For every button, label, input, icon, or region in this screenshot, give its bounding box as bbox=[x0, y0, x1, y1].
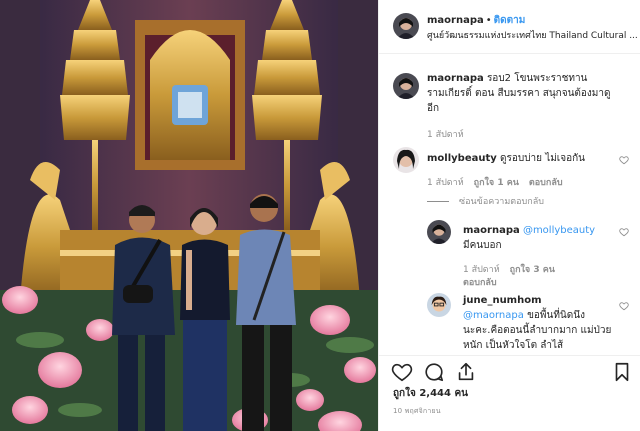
comment-mention[interactable]: @mollybeauty bbox=[523, 225, 595, 236]
caption-avatar[interactable] bbox=[393, 73, 419, 99]
heart-icon bbox=[619, 302, 629, 311]
post-location[interactable]: ศูนย์วัฒนธรรมแห่งประเทศไทย Thailand Cult… bbox=[427, 28, 637, 42]
comment-button[interactable] bbox=[423, 361, 445, 383]
share-button[interactable] bbox=[455, 361, 477, 383]
post-actions bbox=[379, 356, 640, 386]
comment-username[interactable]: june_numhom bbox=[463, 295, 542, 306]
comment-username[interactable]: maornapa bbox=[463, 225, 520, 236]
comment-text: ดูรอบบ่าย ไม่เจอกัน bbox=[499, 153, 585, 164]
comment-text: มีคนบอก bbox=[463, 240, 502, 251]
likes-count[interactable]: ถูกใจ 2,444 คน bbox=[393, 386, 468, 401]
comment-time[interactable]: 1 สัปดาห์ bbox=[463, 265, 500, 275]
post-header: maornapa • ติดตาม ศูนย์วัฒนธรรมแห่งประเทศไ… bbox=[379, 0, 640, 54]
comment-username[interactable]: maornapa bbox=[427, 73, 484, 84]
heart-icon bbox=[619, 228, 629, 237]
header-user-line: maornapa • ติดตาม bbox=[427, 13, 525, 28]
mollybeauty-avatar-image bbox=[393, 147, 419, 173]
share-icon bbox=[458, 362, 474, 381]
comment-likes[interactable]: ถูกใจ 3 คน bbox=[510, 265, 555, 275]
bookmark-icon bbox=[615, 362, 629, 382]
author-avatar[interactable] bbox=[393, 13, 419, 39]
comment-time[interactable]: 1 สัปดาห์ bbox=[427, 178, 464, 188]
comment-reply-button[interactable]: ตอบกลับ bbox=[463, 278, 497, 288]
reply-avatar[interactable] bbox=[427, 220, 451, 244]
reply-meta-2: ตอบกลับ bbox=[463, 275, 507, 289]
comment-icon bbox=[425, 363, 444, 382]
caption-meta: 1 สัปดาห์ bbox=[427, 127, 474, 141]
post-details-panel: maornapa • ติดตาม ศูนย์วัฒนธรรมแห่งประเทศไ… bbox=[378, 0, 640, 431]
author-username[interactable]: maornapa bbox=[427, 15, 484, 26]
replies-line bbox=[427, 201, 449, 202]
comment-likes[interactable]: ถูกใจ 1 คน bbox=[474, 178, 519, 188]
reply-avatar[interactable] bbox=[427, 293, 451, 317]
post-photo[interactable] bbox=[0, 0, 378, 431]
hide-replies-button[interactable]: ซ่อนข้อความตอบกลับ bbox=[427, 194, 544, 208]
comments-list[interactable]: maornapa รอบ2 โขนพระราชทาน รามเกียรติ์ ต… bbox=[379, 55, 640, 355]
comment-username[interactable]: mollybeauty bbox=[427, 153, 497, 164]
heart-icon bbox=[619, 156, 629, 165]
reply-item: maornapa @mollybeauty มีคนบอก bbox=[463, 223, 613, 253]
comment-mention[interactable]: @maornapa bbox=[463, 310, 524, 321]
comment-item: mollybeauty ดูรอบบ่าย ไม่เจอกัน bbox=[427, 151, 617, 166]
reply-item: june_numhom @maornapa ขอพื้นที่นิดนึง นะ… bbox=[463, 293, 613, 353]
author-avatar-image bbox=[393, 13, 419, 39]
like-button[interactable] bbox=[391, 361, 413, 383]
post-date[interactable]: 10 พฤศจิกายน bbox=[393, 406, 441, 417]
comment-meta: 1 สัปดาห์ ถูกใจ 1 คน ตอบกลับ bbox=[427, 175, 573, 189]
comment-reply-button[interactable]: ตอบกลับ bbox=[529, 178, 563, 188]
save-button[interactable] bbox=[611, 361, 633, 383]
reply-meta: 1 สัปดาห์ ถูกใจ 3 คน bbox=[463, 262, 565, 276]
photo-illustration bbox=[0, 0, 378, 431]
follow-button[interactable]: ติดตาม bbox=[494, 15, 526, 26]
comment-like-button[interactable] bbox=[619, 227, 629, 237]
heart-icon bbox=[391, 363, 413, 382]
comment-like-button[interactable] bbox=[619, 155, 629, 165]
comment-time[interactable]: 1 สัปดาห์ bbox=[427, 130, 464, 140]
caption-avatar-image bbox=[393, 73, 419, 99]
caption-comment: maornapa รอบ2 โขนพระราชทาน รามเกียรติ์ ต… bbox=[427, 71, 617, 116]
reply-avatar-image bbox=[427, 220, 451, 244]
june-avatar-image bbox=[427, 293, 451, 317]
comment-like-button[interactable] bbox=[619, 301, 629, 311]
separator-dot: • bbox=[485, 15, 492, 26]
comment-avatar[interactable] bbox=[393, 147, 419, 173]
hide-replies-label: ซ่อนข้อความตอบกลับ bbox=[459, 197, 544, 207]
